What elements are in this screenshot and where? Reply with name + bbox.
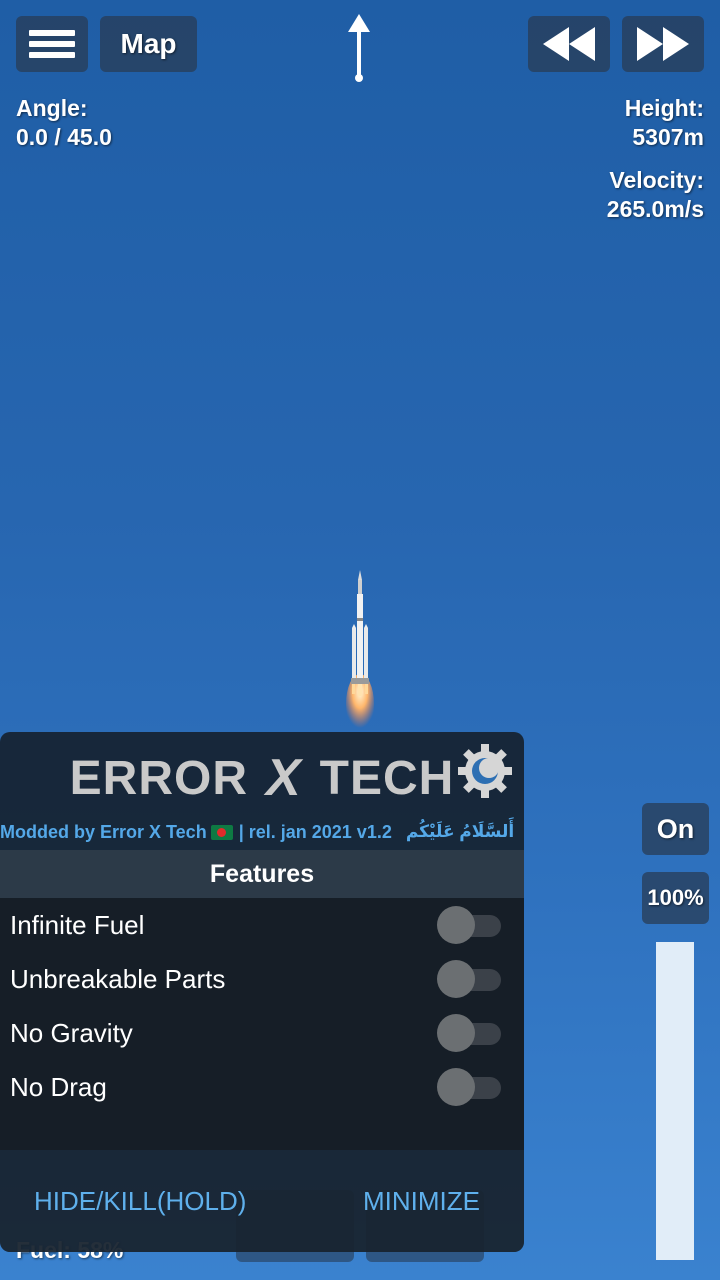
credits-line: Modded by Error X Tech | rel. jan 2021 v… [0,818,524,846]
throttle-percent: 100% [642,872,709,924]
slow-down-button[interactable] [528,16,610,72]
title-x: X [265,749,302,807]
velocity-value: 265.0m/s [606,196,704,222]
throttle-toggle-button[interactable]: On [642,803,709,855]
throttle-slider[interactable] [656,942,694,1260]
hide-kill-button[interactable]: HIDE/KILL(HOLD) [34,1186,246,1217]
direction-arrow-icon [348,14,370,82]
panel-footer: HIDE/KILL(HOLD) MINIMIZE [0,1150,524,1252]
rocket [346,570,374,734]
no-drag-toggle[interactable] [437,1068,503,1106]
credits-text: Modded by Error X Tech [0,821,207,842]
throttle-slider-fill [656,942,694,1260]
velocity-label: Velocity: [609,167,704,193]
release-text: | rel. jan 2021 v1.2 [238,821,392,842]
feature-label: No Drag [10,1071,107,1102]
feature-row-no-gravity: No Gravity [0,1006,524,1060]
feature-label: Infinite Fuel [10,909,145,940]
hamburger-icon [29,25,75,63]
feature-label: Unbreakable Parts [10,963,226,994]
angle-label: Angle: [16,95,88,121]
height-readout: Height: 5307m [625,94,704,152]
menu-button[interactable] [16,16,88,72]
bangladesh-flag-icon [210,824,233,840]
speed-up-button[interactable] [622,16,704,72]
mod-title: ERROR X TECH [0,748,524,808]
height-value: 5307m [632,124,704,150]
greeting-text: أَلسَّلَامُ عَلَيْكُم [405,822,515,841]
feature-row-no-drag: No Drag [0,1060,524,1114]
features-header: Features [0,850,524,898]
gear-logo-icon [458,744,512,798]
mod-menu-panel: ERROR X TECH Modded by Error X Tech | re… [0,732,524,1252]
angle-readout: Angle: 0.0 / 45.0 [16,94,112,152]
height-label: Height: [624,95,704,121]
infinite-fuel-toggle[interactable] [437,906,503,944]
title-tech: TECH [319,751,455,805]
rewind-icon [543,27,595,61]
feature-label: No Gravity [10,1017,133,1048]
title-error: ERROR [69,751,248,805]
unbreakable-parts-toggle[interactable] [437,960,503,998]
fast-forward-icon [637,27,689,61]
feature-list: Infinite Fuel Unbreakable Parts No Gravi… [0,898,524,1150]
angle-value: 0.0 / 45.0 [16,124,112,150]
minimize-button[interactable]: MINIMIZE [363,1186,480,1217]
map-button[interactable]: Map [100,16,197,72]
feature-row-unbreakable-parts: Unbreakable Parts [0,952,524,1006]
velocity-readout: Velocity: 265.0m/s [607,166,704,224]
feature-row-infinite-fuel: Infinite Fuel [0,898,524,952]
no-gravity-toggle[interactable] [437,1014,503,1052]
